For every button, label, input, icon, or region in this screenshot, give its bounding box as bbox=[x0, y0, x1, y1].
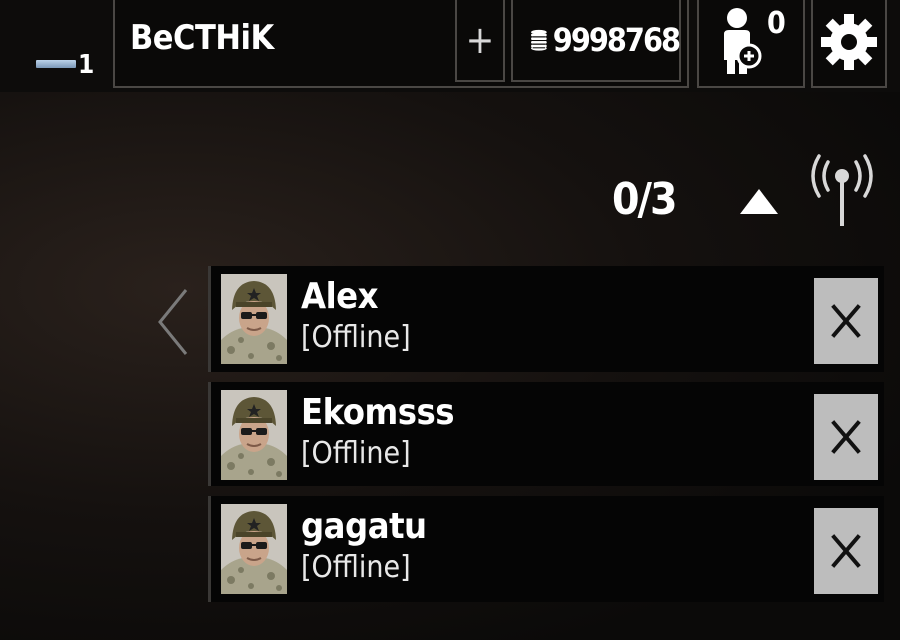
invite-count: 0 bbox=[767, 6, 786, 41]
level-bar-icon bbox=[36, 60, 76, 68]
player-level: 1 bbox=[34, 50, 104, 80]
player-name: BeCTHiK bbox=[130, 18, 274, 58]
remove-friend-button[interactable] bbox=[814, 508, 878, 594]
soldier-avatar bbox=[221, 274, 287, 364]
level-number: 1 bbox=[78, 50, 95, 80]
friend-status: [Offline] bbox=[301, 550, 411, 585]
coins-amount: 9998768 bbox=[552, 21, 681, 59]
close-icon bbox=[831, 420, 861, 454]
top-bar: 1 BeCTHiK + 9998768 0 bbox=[0, 0, 900, 92]
list-item[interactable]: gagatu [Offline] bbox=[208, 496, 884, 602]
close-icon bbox=[831, 304, 861, 338]
remove-friend-button[interactable] bbox=[814, 278, 878, 364]
settings-button[interactable] bbox=[811, 0, 887, 88]
remove-friend-button[interactable] bbox=[814, 394, 878, 480]
invite-friend-icon bbox=[724, 8, 762, 74]
friends-online-counter: 0/3 bbox=[612, 174, 678, 225]
collapse-arrow-icon[interactable] bbox=[738, 186, 780, 216]
game-screen: 1 BeCTHiK + 9998768 0 0/3 Alex [Offline]… bbox=[0, 0, 900, 640]
gear-icon bbox=[821, 14, 877, 70]
list-item[interactable]: Ekomsss [Offline] bbox=[208, 382, 884, 486]
close-icon bbox=[831, 534, 861, 568]
friends-list: Alex [Offline] Ekomsss [Offline] gagatu … bbox=[208, 266, 884, 602]
friend-invites-panel[interactable] bbox=[697, 0, 805, 88]
antenna-icon bbox=[811, 154, 873, 226]
friend-name: gagatu bbox=[301, 506, 427, 547]
friend-status: [Offline] bbox=[301, 436, 411, 471]
soldier-avatar bbox=[221, 504, 287, 594]
add-currency-button[interactable]: + bbox=[455, 0, 505, 82]
coins-display: 9998768 bbox=[511, 0, 681, 82]
friend-status: [Offline] bbox=[301, 320, 411, 355]
friend-name: Alex bbox=[301, 276, 379, 317]
back-arrow-icon[interactable] bbox=[154, 286, 194, 358]
friend-name: Ekomsss bbox=[301, 392, 455, 433]
list-item[interactable]: Alex [Offline] bbox=[208, 266, 884, 372]
coins-icon bbox=[531, 29, 547, 51]
soldier-avatar bbox=[221, 390, 287, 480]
